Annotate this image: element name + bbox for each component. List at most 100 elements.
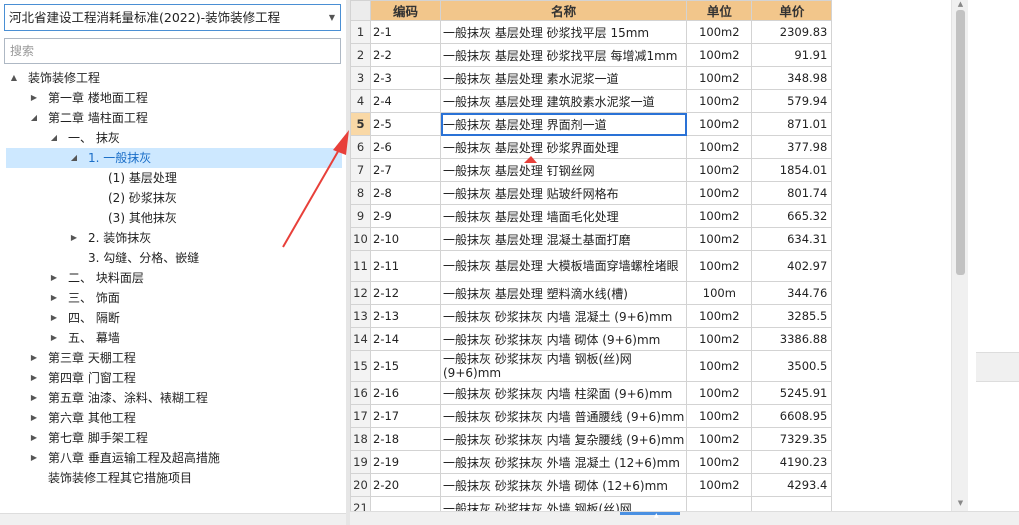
collapse-icon[interactable]: ◢ — [68, 148, 80, 168]
table-row[interactable]: 17 2-17 一般抹灰 砂浆抹灰 内墙 普通腰线 (9+6)mm 100m2 6608… — [350, 404, 833, 428]
tree-item[interactable]: ▶ 第三章 天棚工程 — [6, 348, 342, 368]
column-header-name[interactable]: 名称 — [439, 0, 688, 21]
unit-cell[interactable]: 100m2 — [686, 20, 753, 44]
code-cell[interactable]: 2-16 — [370, 381, 441, 405]
tree-item[interactable]: ▲ 装饰装修工程 — [6, 68, 342, 88]
price-cell[interactable]: 4190.23 — [751, 450, 833, 474]
unit-cell[interactable]: 100m2 — [686, 66, 753, 90]
price-cell[interactable]: 344.76 — [751, 281, 833, 305]
row-number-cell[interactable]: 13 — [350, 304, 371, 328]
splitter-grip[interactable] — [620, 512, 680, 515]
code-cell[interactable]: 2-1 — [370, 20, 441, 44]
row-number-cell[interactable]: 10 — [350, 227, 371, 251]
expand-icon[interactable]: ▶ — [28, 408, 40, 428]
table-row[interactable]: 13 2-13 一般抹灰 砂浆抹灰 内墙 混凝土 (9+6)mm 100m2 3285.… — [350, 304, 833, 328]
table-row[interactable]: 12 2-12 一般抹灰 基层处理 塑料滴水线(槽) 100m 344.76 — [350, 281, 833, 305]
grip-up-icon[interactable]: ▲ — [654, 512, 659, 519]
name-cell[interactable]: 一般抹灰 基层处理 砂浆找平层 每增减1mm — [439, 43, 688, 67]
price-cell[interactable]: 3285.5 — [751, 304, 833, 328]
row-number-cell[interactable]: 17 — [350, 404, 371, 428]
unit-cell[interactable]: 100m2 — [686, 327, 753, 351]
column-header-unit[interactable]: 单位 — [686, 0, 753, 21]
expand-icon[interactable]: ▶ — [28, 428, 40, 448]
row-number-cell[interactable]: 5 — [350, 112, 371, 136]
unit-cell[interactable]: 100m2 — [686, 112, 753, 136]
table-row[interactable]: 4 2-4 一般抹灰 基层处理 建筑胶素水泥浆一道 100m2 579.94 — [350, 89, 833, 113]
code-cell[interactable]: 2-20 — [370, 473, 441, 497]
row-number-cell[interactable]: 14 — [350, 327, 371, 351]
name-cell[interactable]: 一般抹灰 砂浆抹灰 内墙 普通腰线 (9+6)mm — [439, 404, 688, 428]
name-cell[interactable]: 一般抹灰 基层处理 贴玻纤网格布 — [439, 181, 688, 205]
unit-cell[interactable]: 100m2 — [686, 404, 753, 428]
name-cell[interactable]: 一般抹灰 砂浆抹灰 外墙 钢板(丝)网 — [439, 496, 688, 511]
unit-cell[interactable]: 100m2 — [686, 204, 753, 228]
price-cell[interactable]: 871.01 — [751, 112, 833, 136]
collapse-icon[interactable]: ◢ — [48, 128, 60, 148]
table-row[interactable]: 15 2-15 一般抹灰 砂浆抹灰 内墙 钢板(丝)网 (9+6)mm 100m2 35… — [350, 350, 833, 382]
name-cell[interactable]: 一般抹灰 基层处理 混凝土基面打磨 — [439, 227, 688, 251]
expand-icon[interactable]: ▶ — [48, 268, 60, 288]
name-cell[interactable]: 一般抹灰 砂浆抹灰 外墙 混凝土 (12+6)mm — [439, 450, 688, 474]
name-cell[interactable]: 一般抹灰 基层处理 墙面毛化处理 — [439, 204, 688, 228]
name-cell[interactable]: 一般抹灰 基层处理 大模板墙面穿墙螺栓堵眼 — [439, 250, 688, 282]
tree-item[interactable]: ▶ 第六章 其他工程 — [6, 408, 342, 428]
expand-icon[interactable]: ▶ — [48, 328, 60, 348]
price-cell[interactable] — [751, 496, 833, 511]
expand-icon[interactable]: ▶ — [28, 368, 40, 388]
name-cell[interactable]: 一般抹灰 砂浆抹灰 内墙 钢板(丝)网 (9+6)mm — [439, 350, 688, 382]
name-cell[interactable]: 一般抹灰 基层处理 建筑胶素水泥浆一道 — [439, 89, 688, 113]
table-row[interactable]: 9 2-9 一般抹灰 基层处理 墙面毛化处理 100m2 665.32 — [350, 204, 833, 228]
row-number-cell[interactable]: 4 — [350, 89, 371, 113]
column-header-code[interactable]: 编码 — [370, 0, 441, 21]
tree-item[interactable]: ▶ 五、 幕墙 — [6, 328, 342, 348]
unit-cell[interactable]: 100m2 — [686, 381, 753, 405]
tree-item[interactable]: (3) 其他抹灰 — [6, 208, 342, 228]
price-cell[interactable]: 2309.83 — [751, 20, 833, 44]
tree-item[interactable]: ▶ 第八章 垂直运输工程及超高措施 — [6, 448, 342, 468]
code-cell[interactable]: 2-2 — [370, 43, 441, 67]
code-cell[interactable]: 2-13 — [370, 304, 441, 328]
chevron-down-icon[interactable]: ▼ — [324, 5, 340, 30]
code-cell[interactable] — [370, 496, 441, 511]
name-cell[interactable]: 一般抹灰 砂浆抹灰 内墙 砌体 (9+6)mm — [439, 327, 688, 351]
row-number-cell[interactable]: 7 — [350, 158, 371, 182]
price-cell[interactable]: 377.98 — [751, 135, 833, 159]
unit-cell[interactable]: 100m — [686, 281, 753, 305]
tree-item[interactable]: ▶ 四、 隔断 — [6, 308, 342, 328]
row-number-cell[interactable]: 6 — [350, 135, 371, 159]
unit-cell[interactable]: 100m2 — [686, 43, 753, 67]
row-number-cell[interactable]: 1 — [350, 20, 371, 44]
code-cell[interactable]: 2-8 — [370, 181, 441, 205]
table-row[interactable]: 5 2-5 一般抹灰 基层处理 界面剂一道 100m2 871.01 — [350, 112, 833, 136]
tree-item[interactable]: ▶ 第一章 楼地面工程 — [6, 88, 342, 108]
price-cell[interactable]: 4293.4 — [751, 473, 833, 497]
name-cell[interactable]: 一般抹灰 基层处理 砂浆界面处理 — [439, 135, 688, 159]
table-row[interactable]: 7 2-7 一般抹灰 基层处理 钉钢丝网 100m2 1854.01 — [350, 158, 833, 182]
unit-cell[interactable]: 100m2 — [686, 181, 753, 205]
unit-cell[interactable]: 100m2 — [686, 89, 753, 113]
tree-item[interactable]: ◢ 1. 一般抹灰 — [6, 148, 342, 168]
price-cell[interactable]: 7329.35 — [751, 427, 833, 451]
unit-cell[interactable]: 100m2 — [686, 135, 753, 159]
unit-cell[interactable]: 100m2 — [686, 304, 753, 328]
tree-item[interactable]: 装饰装修工程其它措施项目 — [6, 468, 342, 488]
price-cell[interactable]: 579.94 — [751, 89, 833, 113]
table-row[interactable]: 3 2-3 一般抹灰 基层处理 素水泥浆一道 100m2 348.98 — [350, 66, 833, 90]
table-row[interactable]: 18 2-18 一般抹灰 砂浆抹灰 内墙 复杂腰线 (9+6)mm 100m2 7329… — [350, 427, 833, 451]
tree-item[interactable]: ▶ 2. 装饰抹灰 — [6, 228, 342, 248]
expand-icon[interactable]: ▶ — [28, 348, 40, 368]
price-cell[interactable]: 91.91 — [751, 43, 833, 67]
code-cell[interactable]: 2-10 — [370, 227, 441, 251]
scroll-up-icon[interactable]: ▲ — [952, 0, 969, 8]
expand-icon[interactable]: ▶ — [48, 308, 60, 328]
table-row[interactable]: 11 2-11 一般抹灰 基层处理 大模板墙面穿墙螺栓堵眼 100m2 402.97 — [350, 250, 833, 282]
collapse-icon[interactable]: ▲ — [8, 68, 20, 88]
scrollbar-thumb[interactable] — [956, 10, 965, 275]
row-number-cell[interactable]: 16 — [350, 381, 371, 405]
tree-item[interactable]: (2) 砂浆抹灰 — [6, 188, 342, 208]
name-cell[interactable]: 一般抹灰 基层处理 砂浆找平层 15mm — [439, 20, 688, 44]
price-cell[interactable]: 634.31 — [751, 227, 833, 251]
tree-item[interactable]: ▶ 二、 块料面层 — [6, 268, 342, 288]
row-number-cell[interactable]: 20 — [350, 473, 371, 497]
code-cell[interactable]: 2-15 — [370, 350, 441, 382]
